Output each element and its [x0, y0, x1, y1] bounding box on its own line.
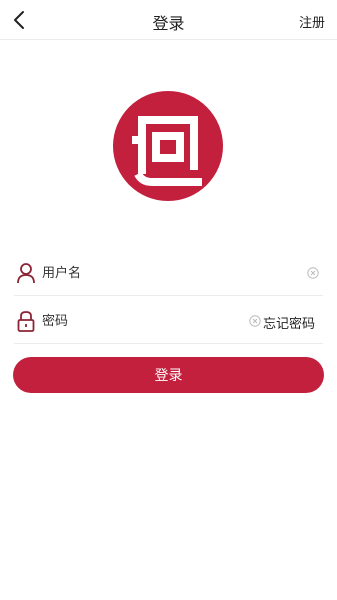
clear-icon[interactable]: [307, 267, 319, 279]
brand-logo: [113, 91, 223, 201]
page-title: 登录: [152, 14, 185, 33]
password-input[interactable]: [42, 308, 252, 334]
register-link[interactable]: 注册: [299, 12, 325, 31]
forgot-password-link[interactable]: 忘记密码: [263, 313, 315, 332]
username-field: [14, 252, 323, 296]
login-button[interactable]: 登录: [13, 357, 324, 393]
password-field: 忘记密码: [14, 300, 323, 344]
username-input[interactable]: [42, 260, 252, 286]
user-icon: [17, 263, 35, 284]
top-bar: 登录 注册: [0, 0, 337, 40]
lock-icon: [17, 311, 35, 332]
clear-icon[interactable]: [249, 315, 261, 327]
